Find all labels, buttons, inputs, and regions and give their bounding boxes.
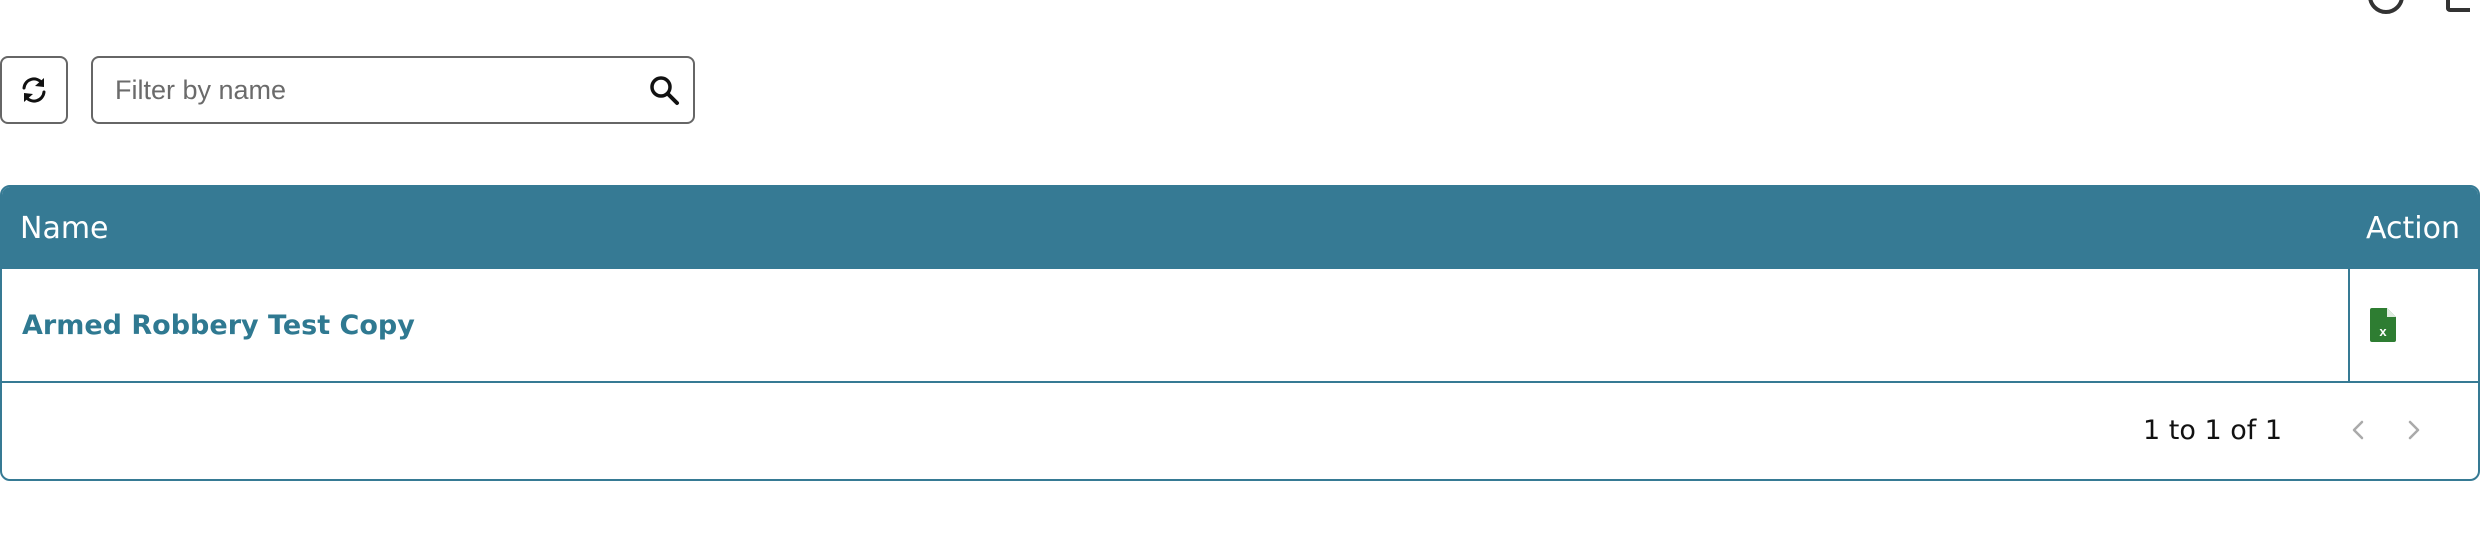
expand-icon[interactable] <box>2446 0 2470 12</box>
column-header-name[interactable]: Name <box>20 211 109 246</box>
grid-header: Name Action <box>2 187 2478 269</box>
pagination: 1 to 1 of 1 <box>2 381 2478 479</box>
search-field[interactable] <box>91 56 695 124</box>
refresh-icon <box>22 77 46 103</box>
chevron-right-icon[interactable] <box>2394 410 2434 450</box>
help-icon[interactable] <box>2368 0 2404 14</box>
row-name-link[interactable]: Armed Robbery Test Copy <box>22 269 415 381</box>
search-input[interactable] <box>113 73 617 107</box>
toolbar <box>0 55 695 125</box>
table-row: Armed Robbery Test Copy x <box>2 269 2478 383</box>
excel-file-icon[interactable]: x <box>2370 308 2396 342</box>
chevron-left-icon[interactable] <box>2338 410 2378 450</box>
pagination-summary: 1 to 1 of 1 <box>2143 414 2282 446</box>
row-action-cell: x <box>2348 269 2478 381</box>
column-header-action: Action <box>2366 210 2460 246</box>
refresh-button[interactable] <box>0 56 68 124</box>
top-toolbar-partial <box>2330 0 2470 14</box>
svg-text:x: x <box>2379 324 2387 339</box>
data-grid: Name Action Armed Robbery Test Copy x 1 … <box>0 185 2480 481</box>
search-icon[interactable] <box>647 73 681 107</box>
